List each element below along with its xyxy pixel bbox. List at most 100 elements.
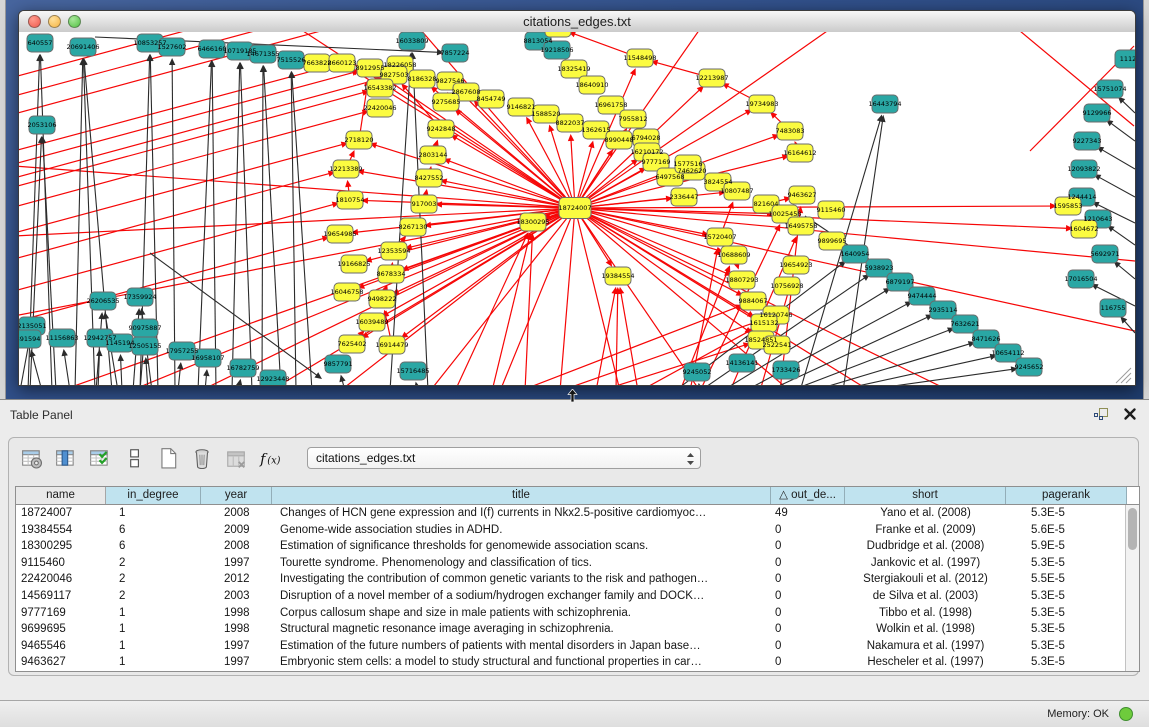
table-cell[interactable]: Tibbo et al. (1998): [845, 605, 1006, 622]
table-settings-icon[interactable]: [21, 447, 43, 469]
table-cell[interactable]: Disruption of a novel member of a sodium…: [272, 588, 771, 605]
table-cell[interactable]: 1998: [201, 621, 272, 638]
table-cell[interactable]: 1: [106, 605, 201, 622]
column-header-out_de[interactable]: △ out_de...: [771, 487, 845, 504]
table-cell[interactable]: 2: [106, 571, 201, 588]
table-cell[interactable]: 19384554: [16, 522, 106, 539]
delete-table-icon[interactable]: [191, 447, 213, 469]
table-cell[interactable]: 1997: [201, 638, 272, 655]
show-columns-icon[interactable]: [55, 447, 77, 469]
table-cell[interactable]: 5.6E-5: [1006, 522, 1127, 539]
minimize-window-icon[interactable]: [48, 15, 61, 28]
column-header-year[interactable]: year: [201, 487, 272, 504]
table-cell[interactable]: 2012: [201, 571, 272, 588]
table-cell[interactable]: 0: [771, 654, 845, 671]
table-cell[interactable]: 0: [771, 538, 845, 555]
network-view-canvas[interactable]: 6405572069140610853257152760264661601071…: [19, 32, 1135, 385]
table-row[interactable]: 977716911998Corpus callosum shape and si…: [16, 605, 1139, 622]
close-panel-icon[interactable]: [1123, 407, 1137, 421]
table-cell[interactable]: Wolkin et al. (1998): [845, 621, 1006, 638]
table-cell[interactable]: 14569117: [16, 588, 106, 605]
close-window-icon[interactable]: [28, 15, 41, 28]
table-cell[interactable]: Tourette syndrome. Phenomenology and cla…: [272, 555, 771, 572]
column-header-pagerank[interactable]: pagerank: [1006, 487, 1127, 504]
table-cell[interactable]: 1: [106, 638, 201, 655]
column-header-name[interactable]: name: [16, 487, 106, 504]
table-cell[interactable]: 0: [771, 588, 845, 605]
import-table-disabled-icon[interactable]: [225, 447, 247, 469]
column-header-short[interactable]: short: [845, 487, 1006, 504]
table-cell[interactable]: 2: [106, 555, 201, 572]
table-row[interactable]: 1872400712008Changes of HCN gene express…: [16, 505, 1139, 522]
table-cell[interactable]: 5.3E-5: [1006, 605, 1127, 622]
memory-ok-icon[interactable]: [1119, 707, 1133, 721]
table-cell[interactable]: Genome-wide association studies in ADHD.: [272, 522, 771, 539]
table-cell[interactable]: 9463627: [16, 654, 106, 671]
table-cell[interactable]: 0: [771, 522, 845, 539]
table-cell[interactable]: 2003: [201, 588, 272, 605]
zoom-window-icon[interactable]: [68, 15, 81, 28]
table-cell[interactable]: 1997: [201, 654, 272, 671]
table-cell[interactable]: 2008: [201, 505, 272, 522]
table-cell[interactable]: 1: [106, 505, 201, 522]
table-cell[interactable]: 18724007: [16, 505, 106, 522]
function-builder-icon[interactable]: f(x): [259, 447, 281, 469]
table-cell[interactable]: 1: [106, 621, 201, 638]
table-cell[interactable]: Changes of HCN gene expression and I(f) …: [272, 505, 771, 522]
table-cell[interactable]: Nakamura et al. (1997): [845, 638, 1006, 655]
table-cell[interactable]: 2008: [201, 538, 272, 555]
network-table-select[interactable]: citations_edges.txt: [307, 447, 701, 469]
table-cell[interactable]: 0: [771, 605, 845, 622]
select-all-icon[interactable]: [89, 447, 111, 469]
column-header-title[interactable]: title: [272, 487, 771, 504]
table-cell[interactable]: 9115460: [16, 555, 106, 572]
table-cell[interactable]: 5.3E-5: [1006, 654, 1127, 671]
table-cell[interactable]: 5.3E-5: [1006, 555, 1127, 572]
table-cell[interactable]: 6: [106, 538, 201, 555]
table-row[interactable]: 946362711997Embryonic stem cells: a mode…: [16, 654, 1139, 671]
table-cell[interactable]: Hescheler et al. (1997): [845, 654, 1006, 671]
left-panel-edge[interactable]: [0, 0, 6, 399]
row-height-icon[interactable]: [123, 447, 145, 469]
column-header-in_degree[interactable]: in_degree: [106, 487, 201, 504]
table-cell[interactable]: Jankovic et al. (1997): [845, 555, 1006, 572]
float-panel-icon[interactable]: [1093, 406, 1109, 422]
table-cell[interactable]: 0: [771, 621, 845, 638]
right-panel-edge[interactable]: [1143, 0, 1149, 399]
table-cell[interactable]: 9699695: [16, 621, 106, 638]
table-cell[interactable]: Stergiakouli et al. (2012): [845, 571, 1006, 588]
table-cell[interactable]: 1997: [201, 555, 272, 572]
table-cell[interactable]: 5.3E-5: [1006, 638, 1127, 655]
table-row[interactable]: 911546021997Tourette syndrome. Phenomeno…: [16, 555, 1139, 572]
table-scrollbar[interactable]: [1125, 505, 1139, 671]
table-cell[interactable]: de Silva et al. (2003): [845, 588, 1006, 605]
table-cell[interactable]: Corpus callosum shape and size in male p…: [272, 605, 771, 622]
table-cell[interactable]: 0: [771, 555, 845, 572]
window-resize-grip[interactable]: [1126, 378, 1131, 383]
table-row[interactable]: 946554611997Estimation of the future num…: [16, 638, 1139, 655]
table-cell[interactable]: 0: [771, 571, 845, 588]
table-cell[interactable]: 6: [106, 522, 201, 539]
table-scrollbar-thumb[interactable]: [1128, 508, 1137, 550]
table-row[interactable]: 1456911722003Disruption of a novel membe…: [16, 588, 1139, 605]
table-cell[interactable]: Estimation of the future numbers of pati…: [272, 638, 771, 655]
table-cell[interactable]: 9777169: [16, 605, 106, 622]
table-row[interactable]: 2242004622012Investigating the contribut…: [16, 571, 1139, 588]
table-cell[interactable]: 9465546: [16, 638, 106, 655]
table-cell[interactable]: Embryonic stem cells: a model to study s…: [272, 654, 771, 671]
table-cell[interactable]: 0: [771, 638, 845, 655]
table-cell[interactable]: Estimation of significance thresholds fo…: [272, 538, 771, 555]
table-cell[interactable]: Dudbridge et al. (2008): [845, 538, 1006, 555]
window-resize-grip[interactable]: [1121, 373, 1131, 383]
table-cell[interactable]: 22420046: [16, 571, 106, 588]
table-cell[interactable]: 49: [771, 505, 845, 522]
table-cell[interactable]: 18300295: [16, 538, 106, 555]
table-cell[interactable]: 2009: [201, 522, 272, 539]
table-cell[interactable]: Investigating the contribution of common…: [272, 571, 771, 588]
new-table-icon[interactable]: [157, 447, 179, 469]
table-cell[interactable]: Franke et al. (2009): [845, 522, 1006, 539]
table-cell[interactable]: 5.3E-5: [1006, 505, 1127, 522]
network-window-titlebar[interactable]: citations_edges.txt: [19, 11, 1135, 33]
table-cell[interactable]: 5.3E-5: [1006, 621, 1127, 638]
table-cell[interactable]: Yano et al. (2008): [845, 505, 1006, 522]
